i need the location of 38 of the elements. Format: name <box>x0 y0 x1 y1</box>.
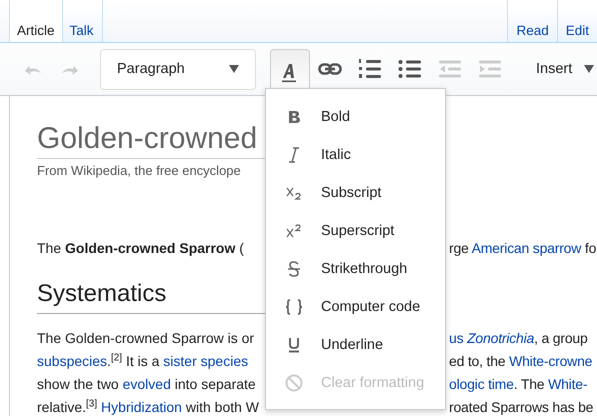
text-fragment: us Zonotrichia, a group <box>449 329 588 348</box>
menu-item[interactable]: Strikethrough <box>266 250 445 288</box>
text-fragment: ologic time. The White- <box>449 375 588 394</box>
bullet-list-icon <box>398 59 422 79</box>
insert-dropdown[interactable]: Insert <box>536 61 594 77</box>
menu-item[interactable]: Computer code <box>266 288 445 326</box>
bold-icon <box>286 110 300 124</box>
link-icon <box>318 63 342 75</box>
menu-item[interactable]: Superscript <box>266 212 445 250</box>
menu-item[interactable]: Subscript <box>266 174 445 212</box>
tagline: From Wikipedia, the free encyclope <box>37 163 242 179</box>
styled-a-icon <box>281 63 299 83</box>
text-fragment: The Golden-crowned Sparrow ( <box>37 239 245 258</box>
strikethrough-icon <box>286 261 300 277</box>
dropdown-arrow-icon <box>584 65 594 73</box>
text-fragment: relative.$^{[3]}$ Hybridization with both W <box>37 397 260 416</box>
dropdown-arrow-icon <box>229 65 239 73</box>
page-tab[interactable]: Talk <box>62 0 103 42</box>
indent-icon <box>478 59 502 79</box>
text-fragment: The Golden-crowned Sparrow is or <box>37 329 256 348</box>
text-fragment: ed to, the White-crowne <box>449 352 592 371</box>
superscript-icon <box>286 224 302 238</box>
text-fragment: show the two evolved into separate <box>37 375 257 394</box>
clear-formatting-icon <box>284 374 302 392</box>
page-tab[interactable]: Article <box>9 0 62 42</box>
code-braces-icon <box>284 299 302 315</box>
text-fragment: roated Sparrows has be <box>449 398 594 416</box>
format-dropdown[interactable]: Paragraph <box>100 48 256 90</box>
italic-icon <box>288 147 298 163</box>
view-tab[interactable]: Read <box>507 0 557 42</box>
numbered-list-icon <box>358 58 382 80</box>
underline-icon <box>286 337 300 353</box>
view-tab[interactable]: Edit <box>556 0 597 42</box>
subscript-icon <box>286 186 302 200</box>
text-fragment: subspecies.$^{[2]}$ It is a sister species <box>37 351 250 371</box>
text-fragment: rge American sparrow fo <box>449 239 596 258</box>
menu-item[interactable]: Underline <box>266 326 445 364</box>
outdent-icon <box>438 59 462 79</box>
